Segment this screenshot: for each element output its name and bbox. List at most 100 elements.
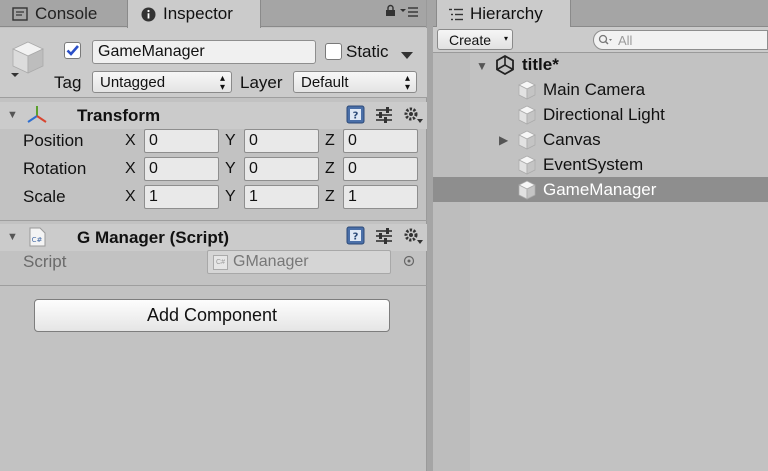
tab-options	[385, 4, 418, 20]
component-divider	[0, 220, 427, 221]
search-icon	[598, 34, 616, 46]
tab-console-label: Console	[35, 3, 98, 23]
inspector-tab-bar: Console Inspector	[0, 0, 426, 28]
position-y-field[interactable]: 0	[244, 129, 319, 153]
gear-icon[interactable]	[402, 105, 424, 130]
hierarchy-item-gamemanager[interactable]: GameManager	[433, 177, 768, 202]
scale-label: Scale	[23, 187, 66, 206]
hierarchy-item-label: GameManager	[543, 180, 657, 199]
gameobject-cube-icon	[517, 105, 537, 125]
scene-name: title*	[522, 55, 559, 74]
script-component-title: G Manager (Script)	[77, 228, 230, 247]
help-book-icon[interactable]: ?	[346, 226, 365, 250]
static-checkbox[interactable]	[325, 43, 342, 60]
foldout-collapsed-icon[interactable]: ▶	[499, 133, 508, 147]
inspector-window: Console Inspector GameManager Static Tag…	[0, 0, 427, 471]
panel-menu-icon[interactable]	[400, 5, 418, 20]
script-object-field[interactable]: C# GManager	[207, 250, 391, 274]
hierarchy-item-canvas[interactable]: ▶ Canvas	[433, 127, 768, 152]
search-placeholder: All	[618, 32, 633, 48]
hierarchy-list-icon	[448, 8, 464, 21]
object-picker-icon[interactable]	[403, 254, 415, 272]
axis-z-label: Z	[325, 132, 335, 149]
dropdown-arrow-icon: ▾	[503, 34, 508, 43]
hierarchy-item-main-camera[interactable]: Main Camera	[433, 77, 768, 102]
lock-icon[interactable]	[385, 4, 396, 20]
axis-y-label: Y	[225, 160, 236, 177]
foldout-expanded-icon[interactable]: ▼	[7, 231, 18, 243]
gameobject-cube-icon	[517, 130, 537, 150]
gameobject-cube-icon	[517, 155, 537, 175]
active-checkbox[interactable]	[64, 42, 81, 59]
unity-scene-icon	[495, 55, 515, 75]
axis-x-label: X	[125, 188, 136, 205]
axis-y-label: Y	[225, 132, 236, 149]
tab-inspector-label: Inspector	[163, 4, 233, 23]
svg-text:?: ?	[353, 111, 359, 122]
layer-label: Layer	[240, 73, 283, 92]
axis-z-label: Z	[325, 188, 335, 205]
transform-header[interactable]: ▼ Transform ?	[0, 102, 427, 129]
axis-z-label: Z	[325, 160, 335, 177]
rotation-z-field[interactable]: 0	[343, 157, 418, 181]
static-dropdown-icon[interactable]	[401, 47, 413, 65]
transform-axes-icon	[26, 105, 48, 130]
info-icon	[141, 7, 156, 22]
hierarchy-item-label: Canvas	[543, 130, 601, 149]
hierarchy-tab-bar: Hierarchy	[433, 0, 768, 28]
layer-dropdown[interactable]: Default ▴ ▾	[293, 71, 417, 93]
scale-x-field[interactable]: 1	[144, 185, 219, 209]
gameobject-cube-icon	[517, 180, 537, 200]
tab-hierarchy-label: Hierarchy	[470, 4, 543, 23]
hierarchy-item-label: Directional Light	[543, 105, 665, 124]
tag-dropdown[interactable]: Untagged ▴ ▾	[92, 71, 232, 93]
cs-badge: C#	[32, 236, 43, 244]
csharp-script-icon: C#	[29, 227, 46, 252]
foldout-expanded-icon[interactable]: ▼	[476, 59, 488, 73]
tag-value: Untagged	[100, 73, 166, 91]
position-z-field[interactable]: 0	[343, 129, 418, 153]
tab-hierarchy[interactable]: Hierarchy	[436, 0, 571, 28]
add-component-button[interactable]: Add Component	[34, 299, 390, 332]
hierarchy-item-directional-light[interactable]: Directional Light	[433, 102, 768, 127]
svg-text:?: ?	[353, 232, 359, 243]
axis-y-label: Y	[225, 188, 236, 205]
scene-row[interactable]: ▼ title*	[433, 53, 768, 78]
help-book-icon[interactable]: ?	[346, 105, 365, 129]
scale-z-field[interactable]: 1	[343, 185, 418, 209]
scale-y-field[interactable]: 1	[244, 185, 319, 209]
component-divider	[0, 285, 427, 286]
gameobject-header: GameManager Static Tag Untagged ▴ ▾ Layer…	[0, 28, 427, 98]
static-label: Static	[346, 42, 389, 61]
preset-sliders-icon[interactable]	[375, 106, 393, 129]
foldout-expanded-icon[interactable]: ▼	[7, 109, 18, 121]
hierarchy-search-input[interactable]: All	[593, 30, 768, 50]
script-component-header[interactable]: ▼ C# G Manager (Script) ?	[0, 224, 427, 251]
rotation-label: Rotation	[23, 159, 87, 178]
tab-inspector[interactable]: Inspector	[127, 0, 261, 28]
hierarchy-item-label: EventSystem	[543, 155, 644, 174]
preset-sliders-icon[interactable]	[375, 227, 393, 250]
position-x-field[interactable]: 0	[144, 129, 219, 153]
script-label: Script	[23, 252, 67, 271]
hierarchy-item-eventsystem[interactable]: EventSystem	[433, 152, 768, 177]
hierarchy-item-label: Main Camera	[543, 80, 646, 99]
updown-arrow-icon: ▴ ▾	[219, 73, 225, 93]
csharp-file-icon: C#	[213, 254, 228, 270]
console-icon	[12, 6, 28, 21]
rotation-x-field[interactable]: 0	[144, 157, 219, 181]
layer-value: Default	[301, 73, 349, 91]
transform-title: Transform	[77, 106, 161, 125]
updown-arrow-icon: ▴ ▾	[404, 73, 410, 93]
position-label: Position	[23, 131, 84, 150]
object-name-input[interactable]: GameManager	[92, 40, 316, 64]
hierarchy-toolbar: Create ▾ All	[433, 27, 768, 53]
script-value: GManager	[233, 253, 309, 270]
hierarchy-tree: ▼ title* Main Camera Directional Light ▶…	[433, 53, 768, 471]
create-button[interactable]: Create ▾	[437, 29, 513, 50]
rotation-y-field[interactable]: 0	[244, 157, 319, 181]
axis-x-label: X	[125, 132, 136, 149]
tag-label: Tag	[54, 73, 82, 92]
tab-console[interactable]: Console	[12, 0, 97, 27]
gear-icon[interactable]	[402, 226, 424, 251]
